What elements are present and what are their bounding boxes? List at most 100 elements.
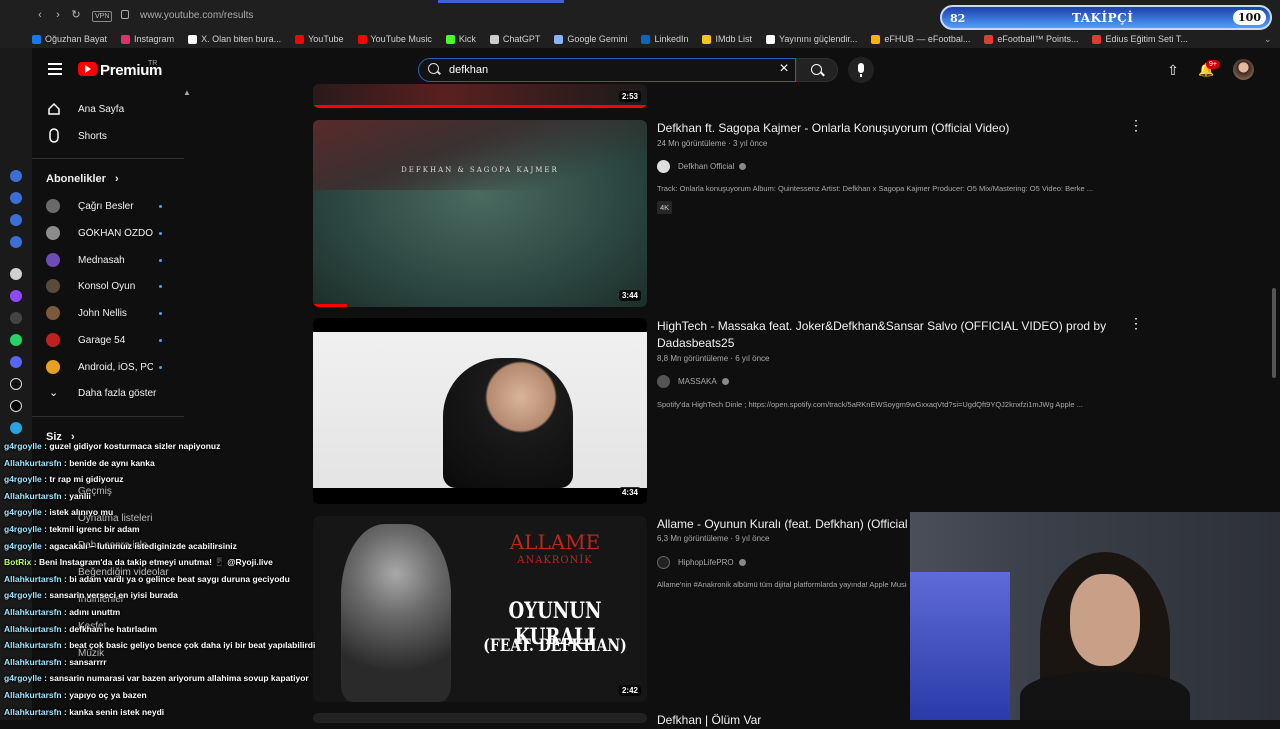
bookmark-item[interactable]: ChatGPT [489, 34, 540, 44]
forward-icon[interactable]: › [52, 9, 64, 21]
subscription-item[interactable]: John Nellis [46, 306, 176, 322]
subscription-item[interactable]: Çağrı Besler [46, 199, 176, 215]
subscriptions-heading[interactable]: Abonelikler › [46, 173, 119, 185]
chat-message: Allahkurtarsfn : yanlii [4, 491, 91, 501]
bookmarks-chevron-icon[interactable]: ⌄ [1264, 34, 1272, 45]
bookmark-favicon-icon [357, 34, 367, 44]
subscription-item[interactable]: Konsol Oyun [46, 279, 176, 295]
telegram-icon[interactable] [10, 422, 22, 434]
nav-home[interactable]: Ana Sayfa [46, 101, 176, 117]
video-thumbnail[interactable]: 2:53 [313, 84, 647, 108]
address-bar[interactable]: www.youtube.com/results [140, 10, 253, 21]
webcam-shirt [1020, 672, 1190, 720]
chatgpt-icon[interactable] [10, 268, 22, 280]
voice-search-button[interactable] [848, 57, 874, 83]
show-more-button[interactable]: Daha fazla göster [46, 385, 176, 401]
channel-link[interactable]: MASSAKA [657, 374, 729, 388]
nav-shorts[interactable]: Shorts [46, 128, 176, 144]
bookmark-favicon-icon [1092, 34, 1102, 44]
chat-text: agacakalı – lutumuız istediginizde acabi… [49, 540, 237, 551]
bookmark-item[interactable]: YouTube Music [357, 34, 432, 44]
subscription-item[interactable]: Mednasah [46, 252, 176, 269]
nav-divider [32, 416, 184, 417]
subscription-item[interactable]: Garage 54 [46, 333, 176, 349]
reload-icon[interactable]: ↻ [70, 9, 82, 21]
chat-message: Allahkurtarsfn : sansarrrr [4, 657, 107, 667]
sidebar-app-icon[interactable] [10, 236, 22, 248]
bookmark-label: eFootball™ Points... [997, 34, 1079, 44]
chat-message: g4rgoylle : tekmil igrenc bir adam [4, 524, 140, 534]
channel-link[interactable]: Defkhan Official [657, 159, 747, 173]
bookmark-item[interactable]: Yayınını güçlendir... [765, 34, 857, 44]
upload-icon[interactable]: ⇧ [1166, 63, 1180, 77]
video-title[interactable]: Defkhan ft. Sagopa Kajmer - Onlarla Konu… [657, 120, 1117, 137]
discord-icon[interactable] [10, 356, 22, 368]
sidebar-app-icon[interactable] [10, 192, 22, 204]
clear-search-icon[interactable]: × [776, 61, 792, 77]
nav-scroll-up-icon[interactable]: ▲ [183, 88, 191, 97]
avatar[interactable] [1233, 59, 1254, 80]
bookmark-item[interactable]: eFHUB — eFootbal... [871, 34, 970, 44]
sidebar-app-icon[interactable] [10, 312, 22, 324]
bookmark-item[interactable]: Oğuzhan Bayat [32, 34, 107, 44]
sidebar-app-icon[interactable] [10, 170, 22, 182]
x-icon[interactable] [10, 400, 22, 412]
bookmark-item[interactable]: Edius Eğitim Seti T... [1092, 34, 1188, 44]
bookmark-item[interactable]: Instagram [121, 34, 174, 44]
channel-name: Defkhan Official [678, 161, 735, 171]
tiktok-icon[interactable] [10, 378, 22, 390]
video-title[interactable]: Allame - Oyunun Kuralı (feat. Defkhan) (… [657, 516, 907, 533]
more-options-icon[interactable]: ⋮ [1129, 316, 1143, 330]
search-input[interactable] [449, 63, 769, 77]
youtube-logo-icon[interactable] [78, 62, 97, 76]
chat-username: BotRix [4, 557, 32, 568]
bookmark-item[interactable]: X. Olan biten bura... [188, 34, 281, 44]
video-thumbnail[interactable]: ALLAME ANAKRONİK OYUNUN KURALI (FEAT. DE… [313, 516, 647, 702]
chat-message: Allahkurtarsfn : defkhan ne hatırladım [4, 624, 157, 634]
new-content-dot [159, 205, 162, 208]
channel-name: MASSAKA [678, 376, 717, 386]
bookmark-item[interactable]: IMdb List [702, 34, 752, 44]
bookmark-item[interactable]: Google Gemini [554, 34, 627, 44]
channel-link[interactable]: HiphopLifePRO [657, 555, 746, 569]
bookmark-item[interactable]: Kick [445, 34, 476, 44]
video-duration: 2:53 [618, 91, 641, 102]
bookmark-item[interactable]: LinkedIn [641, 34, 688, 44]
bookmark-item[interactable]: YouTube [295, 34, 344, 44]
lock-icon[interactable] [121, 10, 129, 19]
chat-message: g4rgoylle : sansarin numarasi var bazen … [4, 673, 309, 683]
video-title[interactable]: Defkhan | Ölüm Var [657, 712, 907, 729]
verified-icon [721, 377, 729, 385]
chat-message: Allahkurtarsfn : beat çok basic geliyo b… [4, 640, 315, 650]
quality-badge: 4K [657, 201, 673, 214]
bookmark-label: Google Gemini [567, 34, 628, 44]
bookmark-item[interactable]: eFootball™ Points... [984, 34, 1078, 44]
stream-chat-overlay: g4rgoylle : guzel gidiyor kosturmaca siz… [0, 437, 320, 720]
video-thumbnail[interactable] [313, 713, 647, 723]
chat-text: bi adam vardı ya o gelince beat saygı du… [69, 573, 290, 584]
whatsapp-icon[interactable] [10, 334, 22, 346]
video-title-line2[interactable]: Dadasbeats25 [657, 335, 1117, 352]
subscription-item[interactable]: GÖKHAN ÖZDO... [46, 225, 176, 242]
menu-icon[interactable] [48, 63, 62, 75]
more-options-icon[interactable]: ⋮ [1129, 118, 1143, 132]
verified-icon [739, 162, 747, 170]
nav-home-label: Ana Sayfa [78, 103, 125, 115]
channel-avatar [46, 333, 60, 347]
chat-message: Allahkurtarsfn : benide de aynı kanka [4, 458, 155, 468]
page-scrollbar[interactable] [1272, 288, 1276, 378]
vpn-badge[interactable]: VPN [92, 11, 113, 22]
video-thumbnail[interactable]: 4:34 [313, 318, 647, 504]
subscription-name: Çağrı Besler [78, 201, 134, 212]
video-title[interactable]: HighTech - Massaka feat. Joker&Defkhan&S… [657, 318, 1117, 335]
search-button[interactable] [796, 58, 838, 82]
twitch-icon[interactable] [10, 290, 22, 302]
chat-username: g4rgoylle [4, 474, 42, 485]
subscriptions-title: Abonelikler [46, 173, 106, 185]
video-thumbnail[interactable]: DEFKHAN & SAGOPA KAJMER 3:44 [313, 120, 647, 307]
chat-message: g4rgoylle : tr rap mi gidiyoruz [4, 474, 124, 484]
subscription-item[interactable]: Android, iOS, PC ... [46, 359, 176, 376]
back-icon[interactable]: ‹ [34, 9, 46, 21]
nav-divider [32, 158, 184, 159]
sidebar-app-icon[interactable] [10, 214, 22, 226]
